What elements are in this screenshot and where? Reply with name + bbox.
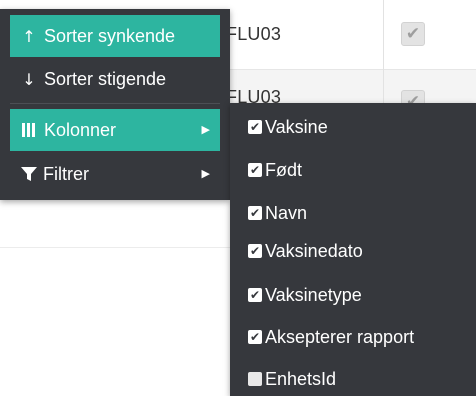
column-toggle-label: Vaksinetype: [265, 285, 362, 305]
arrow-down-icon: ↓: [22, 70, 36, 89]
checkbox-checked-icon[interactable]: ✔: [248, 244, 262, 258]
table-cell-code: FLU03: [226, 24, 282, 44]
sort-descending-item[interactable]: ↑ Sorter synkende: [10, 15, 220, 57]
checkbox-checked-icon[interactable]: ✔: [248, 206, 262, 220]
checkbox-checked-icon[interactable]: ✔: [248, 120, 262, 134]
checkbox-checked-icon[interactable]: ✔: [248, 288, 262, 302]
column-toggle-label: EnhetsId: [265, 369, 337, 389]
filter-submenu-item[interactable]: Filtrer ▶: [10, 153, 220, 195]
column-toggle-vaksinedato[interactable]: ✔ Vaksinedato: [248, 236, 363, 266]
column-toggle-navn[interactable]: ✔ Navn: [248, 198, 307, 228]
caret-right-icon: ▶: [201, 167, 210, 180]
sort-ascending-item[interactable]: ↓ Sorter stigende: [10, 58, 220, 100]
column-toggle-label: Aksepterer rapport: [265, 327, 415, 347]
column-toggle-label: Vaksinedato: [265, 241, 363, 261]
menu-item-label: Filtrer: [43, 164, 89, 184]
column-toggle-vaksine[interactable]: ✔ Vaksine: [248, 112, 328, 142]
menu-item-label: Kolonner: [44, 120, 117, 140]
menu-item-label: Sorter stigende: [44, 69, 167, 89]
checkbox-unchecked-icon[interactable]: [248, 372, 262, 386]
column-toggle-enhetsid[interactable]: EnhetsId: [248, 364, 336, 394]
columns-submenu: ✔ Vaksine ✔ Født ✔ Navn ✔ Vaksinedato ✔ Vaksi…: [230, 103, 476, 396]
column-toggle-vaksinetype[interactable]: ✔ Vaksinetype: [248, 280, 362, 310]
menu-item-label: Sorter synkende: [44, 26, 176, 46]
check-icon: ✔: [405, 24, 421, 44]
column-toggle-aksepterer-rapport[interactable]: ✔ Aksepterer rapport: [248, 322, 414, 352]
column-toggle-label: Født: [265, 160, 303, 180]
menu-divider: [10, 103, 220, 104]
row-checkbox[interactable]: ✔: [401, 22, 425, 46]
column-toggle-fodt[interactable]: ✔ Født: [248, 155, 302, 185]
filter-icon: [21, 167, 37, 181]
columns-submenu-item[interactable]: Kolonner ▶: [10, 109, 220, 151]
column-toggle-label: Vaksine: [265, 117, 328, 137]
column-divider: [383, 0, 384, 110]
checkbox-checked-icon[interactable]: ✔: [248, 163, 262, 177]
column-context-menu: ↑ Sorter synkende ↓ Sorter stigende Kolonn…: [0, 9, 230, 200]
columns-icon: [22, 123, 36, 137]
caret-right-icon: ▶: [201, 123, 210, 136]
column-toggle-label: Navn: [265, 203, 308, 223]
checkbox-checked-icon[interactable]: ✔: [248, 330, 262, 344]
arrow-up-icon: ↑: [22, 27, 36, 46]
